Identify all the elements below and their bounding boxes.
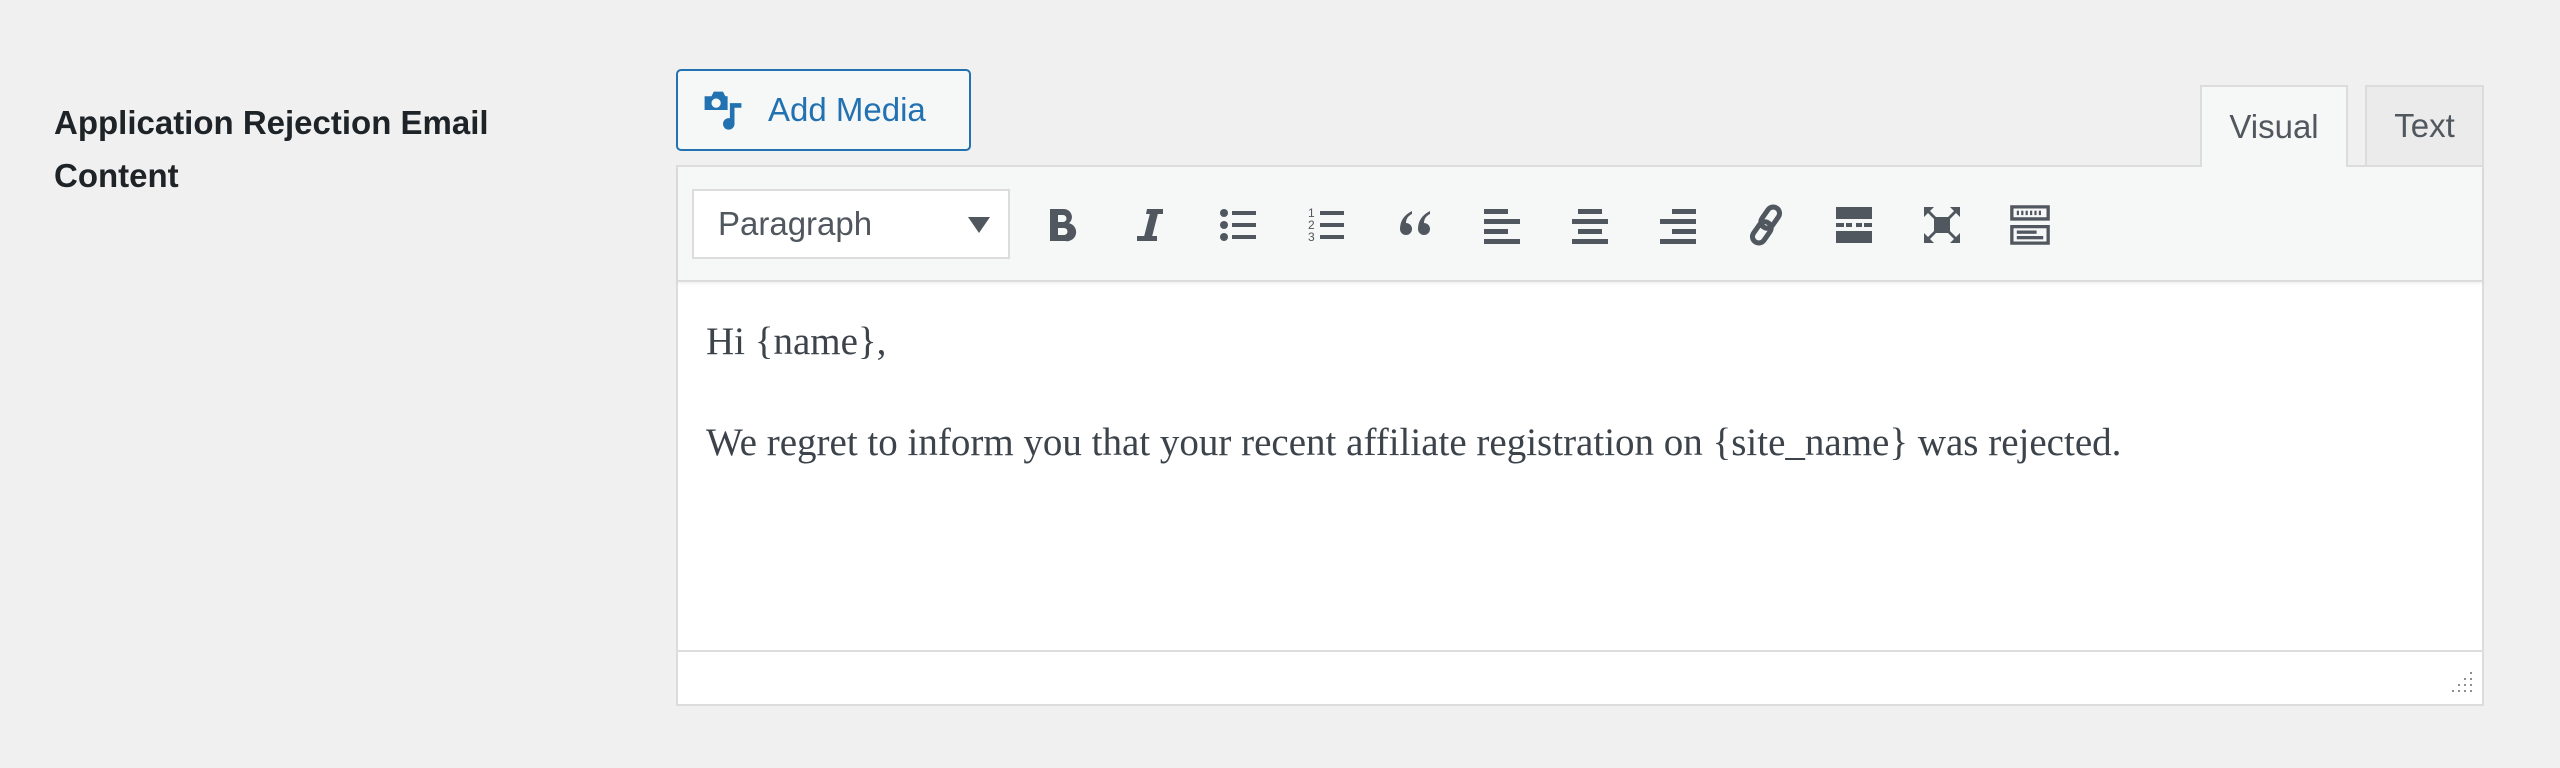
content-paragraph: We regret to inform you that your recent… (706, 421, 2122, 464)
read-more-button[interactable] (1826, 197, 1882, 253)
numbered-list-icon: 123 (1308, 206, 1344, 244)
fullscreen-button[interactable] (1914, 197, 1970, 253)
caret-down-icon (968, 217, 990, 233)
insert-link-button[interactable] (1738, 197, 1794, 253)
align-left-button[interactable] (1474, 197, 1530, 253)
tab-text[interactable]: Text (2365, 85, 2484, 165)
add-media-label: Add Media (768, 91, 926, 128)
editor-content-area[interactable]: Hi {name}, We regret to inform you that … (678, 280, 2482, 655)
field-label: Application Rejection Email Content (54, 104, 489, 194)
content-paragraph: Hi {name}, (706, 320, 887, 363)
italic-icon (1137, 209, 1163, 241)
editor-toolbar: Paragraph 123 (678, 167, 2482, 282)
fullscreen-icon (1924, 207, 1960, 243)
align-right-icon (1660, 209, 1696, 244)
align-center-button[interactable] (1562, 197, 1618, 253)
camera-music-icon (704, 91, 742, 130)
format-select[interactable]: Paragraph (692, 189, 1010, 259)
blockquote-button[interactable] (1386, 197, 1442, 253)
quote-icon (1400, 211, 1430, 235)
format-select-value: Paragraph (718, 205, 873, 242)
resize-handle-icon[interactable] (2448, 670, 2474, 696)
rich-text-editor: Paragraph 123 Hi {name}, We regret to in… (676, 165, 2484, 706)
link-icon (1749, 204, 1783, 246)
editor-statusbar (678, 650, 2482, 704)
read-more-icon (1836, 207, 1872, 243)
italic-button[interactable] (1122, 197, 1178, 253)
bulleted-list-button[interactable] (1210, 197, 1266, 253)
align-left-icon (1484, 209, 1520, 244)
bold-icon (1050, 209, 1077, 242)
align-center-icon (1572, 209, 1608, 244)
numbered-list-button[interactable]: 123 (1298, 197, 1354, 253)
add-media-button[interactable]: Add Media (676, 69, 971, 151)
align-right-button[interactable] (1650, 197, 1706, 253)
tab-visual[interactable]: Visual (2200, 85, 2348, 167)
bulleted-list-icon (1220, 209, 1256, 241)
keyboard-icon (2010, 205, 2050, 245)
svg-text:3: 3 (1308, 230, 1315, 244)
toolbar-toggle-button[interactable] (2002, 197, 2058, 253)
bold-button[interactable] (1034, 197, 1090, 253)
